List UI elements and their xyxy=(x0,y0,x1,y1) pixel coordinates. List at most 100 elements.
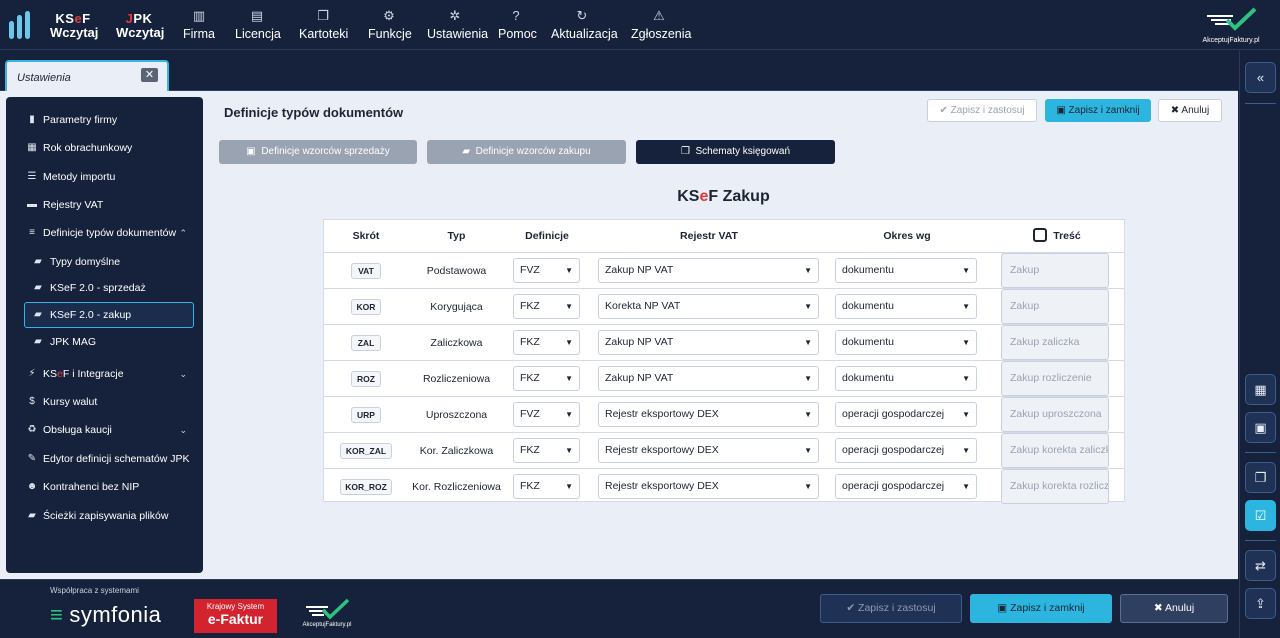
vat-register-select[interactable]: Zakup NP VAT ▼ xyxy=(598,330,819,355)
right-rail: « ▦ ▣ ❐ ☑ ⇄ ⇪ xyxy=(1239,51,1280,638)
vat-register-select[interactable]: Rejestr eksportowy DEX ▼ xyxy=(598,402,819,427)
nav-zgloszenia[interactable]: ⚠ Zgłoszenia xyxy=(631,8,691,41)
content-field[interactable]: Zakup uproszczona xyxy=(1001,397,1109,432)
sidebar-item-jpk-mag[interactable]: ▰ JPK MAG xyxy=(6,331,203,353)
cancel-button[interactable]: ✖ Anuluj xyxy=(1158,99,1222,122)
sidebar-item-rok-obrachunkowy[interactable]: ▦ Rok obrachunkowy xyxy=(6,137,203,159)
checkmark-logo-icon xyxy=(306,598,350,620)
vat-register-select[interactable]: Korekta NP VAT ▼ xyxy=(598,294,819,319)
sidebar-item-rejestry-vat[interactable]: ▬ Rejestry VAT xyxy=(6,194,203,216)
upload-button[interactable]: ⇪ xyxy=(1245,588,1276,619)
caret-down-icon: ▼ xyxy=(962,338,970,347)
nav-pomoc[interactable]: ? Pomoc xyxy=(498,8,537,41)
calendar-button[interactable]: ▦ xyxy=(1245,374,1276,405)
cooperation-label: Współpraca z systemami xyxy=(50,586,139,595)
select-all-checkbox[interactable] xyxy=(1033,228,1047,242)
sidebar-item-kursy-walut[interactable]: $ Kursy walut xyxy=(6,391,203,413)
sidebar-item-kontrahenci-bez-nip[interactable]: ☻ Kontrahenci bez NIP xyxy=(6,476,203,498)
period-select[interactable]: dokumentu ▼ xyxy=(835,330,977,355)
nav-aktualizacja[interactable]: ↻ Aktualizacja xyxy=(551,8,618,41)
definition-select[interactable]: FKZ ▼ xyxy=(513,330,580,355)
sidebar-item-definicje-typow[interactable]: ≡ Definicje typów dokumentów ⌃ xyxy=(6,222,203,244)
jpk-load-button[interactable]: JPK Wczytaj xyxy=(116,12,164,40)
chevron-up-icon: ⌃ xyxy=(179,228,187,238)
sales-templates-button[interactable]: ▣ Definicje wzorców sprzedaży xyxy=(219,140,417,164)
help-icon: ? xyxy=(512,8,520,23)
sidebar-item-edytor-jpk[interactable]: ✎ Edytor definicji schematów JPK xyxy=(6,448,203,470)
period-select[interactable]: operacji gospodarczej ▼ xyxy=(835,474,977,499)
calendar-icon: ▦ xyxy=(1254,382,1267,397)
purchase-templates-button[interactable]: ▰ Definicje wzorców zakupu xyxy=(427,140,626,164)
save-icon: ▣ xyxy=(1056,105,1066,116)
nav-firma[interactable]: ▥ Firma xyxy=(183,8,215,41)
definition-select[interactable]: FKZ ▼ xyxy=(513,294,580,319)
caret-down-icon: ▼ xyxy=(804,338,812,347)
content-panel: ▮ Parametry firmy ▦ Rok obrachunkowy ☰ M… xyxy=(0,91,1238,579)
content-field[interactable]: Zakup rozliczenie xyxy=(1001,361,1109,396)
content-field[interactable]: Zakup korekta rozliczenia xyxy=(1001,469,1109,504)
period-select[interactable]: operacji gospodarczej ▼ xyxy=(835,438,977,463)
gear-icon: ✲ xyxy=(449,8,461,23)
posting-schemas-button[interactable]: ❐ Schematy księgowań xyxy=(636,140,835,164)
content-field[interactable]: Zakup xyxy=(1001,253,1109,288)
page-title: Definicje typów dokumentów xyxy=(224,105,404,120)
close-icon[interactable]: ✕ xyxy=(141,68,158,82)
vat-register-select[interactable]: Zakup NP VAT ▼ xyxy=(598,258,819,283)
nav-funkcje[interactable]: ⚙ Funkcje xyxy=(368,8,412,41)
sidebar-item-ksef-zakup[interactable]: ▰ KSeF 2.0 - zakup xyxy=(24,302,194,328)
definition-select[interactable]: FKZ ▼ xyxy=(513,366,580,391)
bottom-bar: Współpraca z systemami ≡ symfonia Krajowy… xyxy=(0,579,1238,638)
calendar-check-button[interactable]: ▣ xyxy=(1245,412,1276,443)
nav-kartoteki[interactable]: ❐ Kartoteki xyxy=(299,8,348,41)
windows-button[interactable]: ❐ xyxy=(1245,462,1276,493)
close-icon: ✖ xyxy=(1170,105,1180,116)
sidebar-item-ksef-integracje[interactable]: ⚡ KSeF i Integracje ⌄ xyxy=(6,363,203,385)
save-close-button[interactable]: ▣ Zapisz i zamknij xyxy=(1045,99,1151,122)
caret-down-icon: ▼ xyxy=(565,446,573,455)
sidebar-item-metody-importu[interactable]: ☰ Metody importu xyxy=(6,166,203,188)
col-header-rejestr: Rejestr VAT xyxy=(680,230,738,242)
nav-ustawienia[interactable]: ✲ Ustawienia xyxy=(427,8,488,41)
definition-select[interactable]: FVZ ▼ xyxy=(513,258,580,283)
sidebar-item-sciezki-plikow[interactable]: ▰ Ścieżki zapisywania plików xyxy=(6,505,203,527)
type-cell: Podstawowa xyxy=(426,265,487,277)
bottom-cancel-button[interactable]: ✖ Anuluj xyxy=(1120,594,1228,623)
apply-button[interactable]: ✔ Zapisz i zastosuj xyxy=(927,99,1037,122)
ksef-load-button[interactable]: KSeF Wczytaj xyxy=(50,12,98,40)
content-field[interactable]: Zakup zaliczka xyxy=(1001,325,1109,360)
definition-select[interactable]: FVZ ▼ xyxy=(513,402,580,427)
sidebar-item-parametry-firmy[interactable]: ▮ Parametry firmy xyxy=(6,109,203,131)
copy-icon: ❐ xyxy=(680,146,690,157)
folder-icon: ▰ xyxy=(34,309,42,320)
bottom-save-close-button[interactable]: ▣ Zapisz i zamknij xyxy=(970,594,1112,623)
period-select[interactable]: dokumentu ▼ xyxy=(835,258,977,283)
vat-register-select[interactable]: Zakup NP VAT ▼ xyxy=(598,366,819,391)
sidebar-item-typy-domyslne[interactable]: ▰ Typy domyślne xyxy=(6,251,203,273)
vat-register-select[interactable]: Rejestr eksportowy DEX ▼ xyxy=(598,474,819,499)
caret-down-icon: ▼ xyxy=(565,374,573,383)
content-field[interactable]: Zakup xyxy=(1001,289,1109,324)
code-chip: ROZ xyxy=(351,371,381,387)
caret-down-icon: ▼ xyxy=(962,410,970,419)
tab-ustawienia[interactable]: Ustawienia ✕ xyxy=(5,60,169,91)
definition-select[interactable]: FKZ ▼ xyxy=(513,438,580,463)
tasks-button[interactable]: ☑ xyxy=(1245,500,1276,531)
caret-down-icon: ▼ xyxy=(565,338,573,347)
period-select[interactable]: operacji gospodarczej ▼ xyxy=(835,402,977,427)
col-header-okres: Okres wg xyxy=(883,230,931,242)
sidebar-item-ksef-sprzedaz[interactable]: ▰ KSeF 2.0 - sprzedaż xyxy=(6,277,203,299)
switch-button[interactable]: ⇄ xyxy=(1245,550,1276,581)
nav-licencja[interactable]: ▤ Licencja xyxy=(235,8,281,41)
app-logo-icon[interactable] xyxy=(9,11,31,39)
caret-down-icon: ▼ xyxy=(962,446,970,455)
period-select[interactable]: dokumentu ▼ xyxy=(835,366,977,391)
definition-select[interactable]: FKZ ▼ xyxy=(513,474,580,499)
bottom-apply-button[interactable]: ✔ Zapisz i zastosuj xyxy=(820,594,962,623)
period-select[interactable]: dokumentu ▼ xyxy=(835,294,977,319)
sidebar-item-obsluga-kaucji[interactable]: ♻ Obsługa kaucji ⌄ xyxy=(6,419,203,441)
content-field[interactable]: Zakup korekta zaliczki xyxy=(1001,433,1109,468)
code-chip: VAT xyxy=(351,263,381,279)
col-header-definicje: Definicje xyxy=(525,230,569,242)
collapse-rail-button[interactable]: « xyxy=(1245,62,1276,93)
vat-register-select[interactable]: Rejestr eksportowy DEX ▼ xyxy=(598,438,819,463)
